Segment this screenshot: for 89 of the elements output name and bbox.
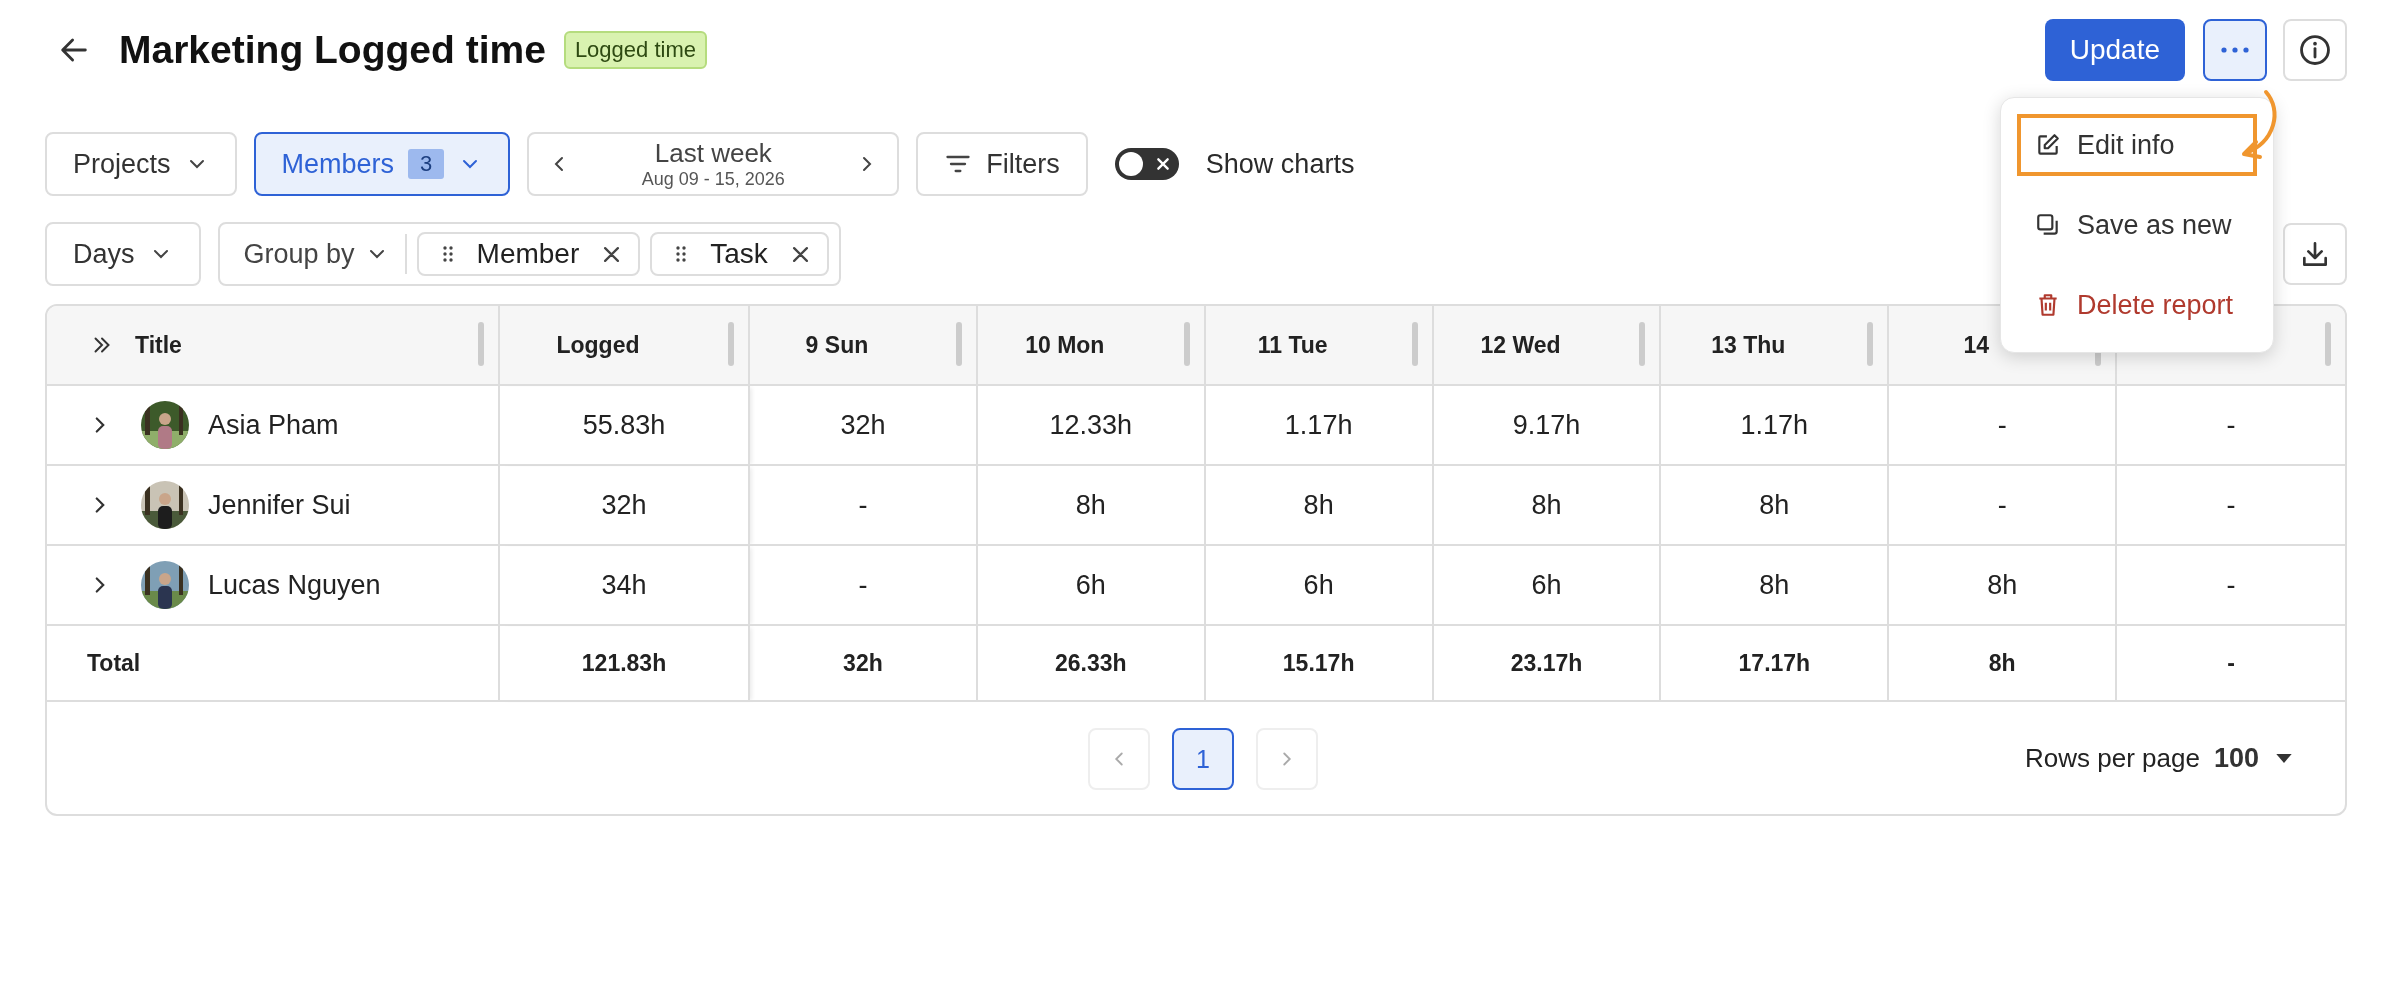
- report-type-tag: Logged time: [563, 31, 707, 69]
- edit-icon: [2035, 132, 2061, 158]
- member-name: Lucas Nguyen: [208, 569, 381, 601]
- total-cell: 8h: [1988, 649, 2016, 677]
- menu-item[interactable]: Save as new: [2017, 194, 2257, 256]
- column-header: 10 Mon: [1025, 331, 1105, 359]
- chip-label: Member: [476, 238, 580, 270]
- total-cell: 15.17h: [1282, 649, 1355, 677]
- group-chip[interactable]: Member: [416, 232, 641, 276]
- table-cell: 8h: [1759, 489, 1790, 521]
- menu-item[interactable]: Edit info: [2017, 114, 2257, 176]
- info-button[interactable]: [2283, 19, 2347, 81]
- total-cell: -: [2227, 649, 2235, 677]
- rows-per-page-label: Rows per page: [2025, 742, 2200, 774]
- column-header: Title: [135, 331, 182, 359]
- total-cell: 121.83h: [581, 649, 667, 677]
- toggle-switch[interactable]: [1114, 148, 1179, 180]
- column-resize-handle[interactable]: [1867, 322, 1874, 366]
- table-cell: 32h: [840, 409, 886, 441]
- info-icon: [2298, 33, 2332, 67]
- table-cell: -: [858, 569, 868, 601]
- member-name: Jennifer Sui: [208, 489, 351, 521]
- column-header: 13 Thu: [1711, 331, 1786, 359]
- period-dropdown[interactable]: Days: [45, 222, 201, 286]
- column-resize-handle[interactable]: [478, 322, 484, 366]
- rows-per-page-dropdown[interactable]: 100: [2213, 742, 2293, 774]
- column-resize-handle[interactable]: [1639, 322, 1646, 366]
- table-cell: -: [1997, 489, 2007, 521]
- more-button[interactable]: [2203, 19, 2267, 81]
- group-chip[interactable]: Task: [650, 232, 829, 276]
- filter-dropdown[interactable]: Members 3: [253, 132, 511, 196]
- table-cell: -: [1997, 409, 2007, 441]
- show-charts-label: Show charts: [1205, 148, 1355, 180]
- more-icon: [2219, 46, 2251, 54]
- page-button[interactable]: 1: [1172, 728, 1234, 790]
- copy-icon: [2035, 212, 2061, 238]
- table-cell: -: [2226, 409, 2236, 441]
- table-cell: -: [2226, 569, 2236, 601]
- filters-button[interactable]: Filters: [916, 132, 1088, 196]
- close-icon: [1155, 157, 1170, 171]
- total-label: Total: [87, 649, 141, 677]
- table-cell: 1.17h: [1284, 409, 1353, 441]
- download-button[interactable]: [2283, 223, 2347, 285]
- table-cell: 8h: [1759, 569, 1790, 601]
- caret-down-icon: [2275, 752, 2293, 764]
- table-cell: 1.17h: [1740, 409, 1809, 441]
- report-title: Marketing Logged time: [119, 28, 546, 72]
- table-cell: -: [2226, 489, 2236, 521]
- total-cell: 23.17h: [1510, 649, 1583, 677]
- date-range-picker[interactable]: Last week Aug 09 - 15, 2026: [527, 132, 900, 196]
- drag-handle-icon[interactable]: [676, 246, 687, 262]
- table-cell: 55.83h: [582, 409, 666, 441]
- table-cell: 8h: [1531, 489, 1562, 521]
- column-resize-handle[interactable]: [2325, 322, 2331, 366]
- table-cell: 6h: [1531, 569, 1562, 601]
- remove-icon[interactable]: [603, 245, 621, 263]
- table-cell: 8h: [1303, 489, 1334, 521]
- table-cell: 12.33h: [1049, 409, 1133, 441]
- column-header: 12 Wed: [1480, 331, 1561, 359]
- column-resize-handle[interactable]: [955, 322, 962, 366]
- drag-handle-icon[interactable]: [442, 246, 453, 262]
- menu-item[interactable]: Delete report: [2017, 274, 2257, 336]
- column-resize-handle[interactable]: [1183, 322, 1190, 366]
- remove-icon[interactable]: [791, 245, 809, 263]
- total-cell: 17.17h: [1738, 649, 1811, 677]
- table-cell: 32h: [601, 489, 647, 521]
- member-name: Asia Pham: [208, 409, 339, 441]
- total-cell: 32h: [843, 649, 883, 677]
- column-resize-handle[interactable]: [728, 322, 734, 366]
- count-badge: 3: [408, 149, 445, 179]
- filter-dropdown[interactable]: Projects: [45, 132, 237, 196]
- date-range-dates: Aug 09 - 15, 2026: [641, 169, 785, 190]
- table-cell: 34h: [601, 569, 647, 601]
- total-cell: 26.33h: [1054, 649, 1127, 677]
- table-cell: 8h: [1987, 569, 2018, 601]
- table-cell: 8h: [1075, 489, 1106, 521]
- table-cell: 6h: [1303, 569, 1334, 601]
- column-resize-handle[interactable]: [1411, 322, 1418, 366]
- column-header: 11 Tue: [1257, 331, 1328, 359]
- group-by-dropdown[interactable]: Group by: [219, 238, 395, 270]
- chip-label: Task: [710, 238, 768, 270]
- table-cell: 6h: [1075, 569, 1106, 601]
- table-cell: -: [858, 489, 868, 521]
- date-range-label: Last week: [654, 138, 772, 169]
- column-header: Logged: [556, 331, 640, 359]
- table-cell: 9.17h: [1512, 409, 1581, 441]
- column-header: 14: [1963, 331, 1989, 359]
- update-button[interactable]: Update: [2044, 19, 2185, 81]
- column-header: 9 Sun: [805, 331, 869, 359]
